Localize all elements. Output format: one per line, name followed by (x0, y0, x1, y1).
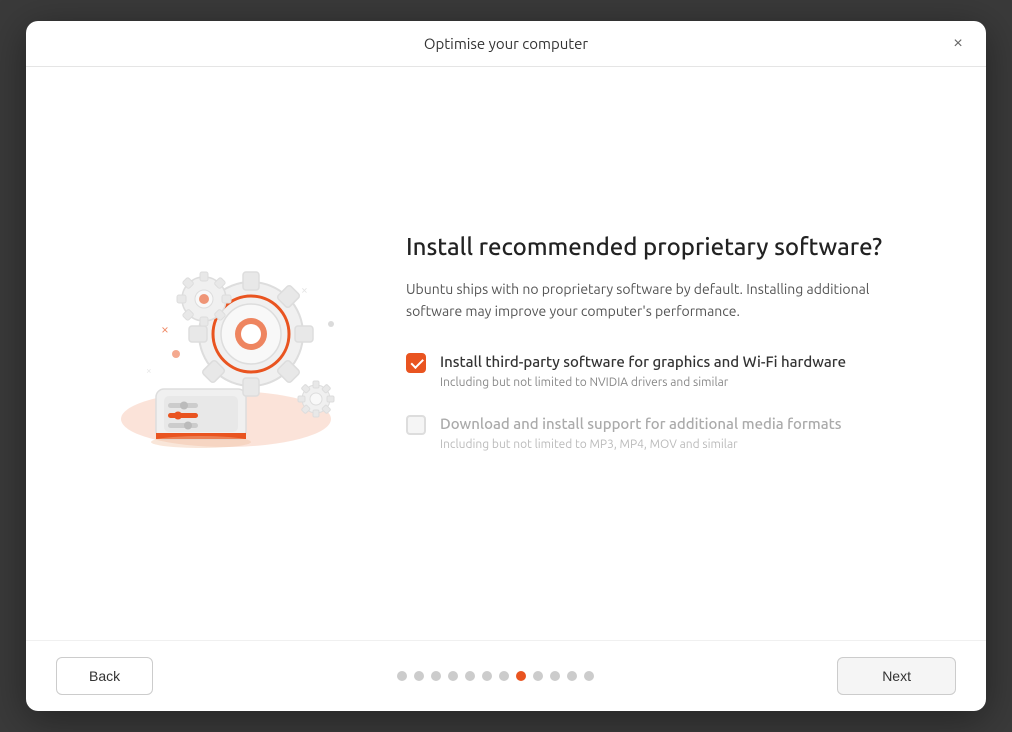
illustration-svg: × × × × (96, 244, 336, 464)
dialog: Optimise your computer × (26, 21, 986, 711)
next-button[interactable]: Next (837, 657, 956, 695)
option-label-third-party: Install third-party software for graphic… (440, 351, 926, 372)
dialog-header: Optimise your computer × (26, 21, 986, 67)
illustration-area: × × × × (86, 244, 346, 464)
content-area: Install recommended proprietary software… (406, 231, 926, 477)
svg-text:×: × (161, 321, 169, 337)
dialog-title: Optimise your computer (424, 35, 588, 52)
pagination-dot-2 (414, 671, 424, 681)
svg-text:×: × (146, 365, 152, 376)
pagination-dot-6 (482, 671, 492, 681)
pagination-dot-7 (499, 671, 509, 681)
pagination (397, 671, 594, 681)
checkbox-media-wrapper (406, 415, 426, 435)
pagination-dot-3 (431, 671, 441, 681)
checkbox-third-party-wrapper (406, 353, 426, 373)
dialog-footer: Back Next (26, 640, 986, 711)
option-text-media-formats: Download and install support for additio… (440, 413, 926, 454)
option-sublabel-media-formats: Including but not limited to MP3, MP4, M… (440, 437, 926, 454)
back-button[interactable]: Back (56, 657, 153, 695)
content-title: Install recommended proprietary software… (406, 231, 926, 262)
content-description: Ubuntu ships with no proprietary softwar… (406, 278, 926, 323)
pagination-dot-1 (397, 671, 407, 681)
option-item-third-party: Install third-party software for graphic… (406, 351, 926, 392)
option-text-third-party: Install third-party software for graphic… (440, 351, 926, 392)
checkbox-third-party[interactable] (406, 353, 426, 373)
pagination-dot-10 (550, 671, 560, 681)
checkbox-media-formats[interactable] (406, 415, 426, 435)
close-button[interactable]: × (944, 30, 972, 58)
pagination-dot-4 (448, 671, 458, 681)
pagination-dot-12 (584, 671, 594, 681)
pagination-dot-11 (567, 671, 577, 681)
option-label-media-formats: Download and install support for additio… (440, 413, 926, 434)
pagination-dot-8 (516, 671, 526, 681)
option-item-media-formats: Download and install support for additio… (406, 413, 926, 454)
svg-text:×: × (301, 284, 308, 297)
dialog-body: × × × × Install recommended proprietary … (26, 67, 986, 640)
pagination-dot-5 (465, 671, 475, 681)
option-sublabel-third-party: Including but not limited to NVIDIA driv… (440, 375, 926, 392)
pagination-dot-9 (533, 671, 543, 681)
